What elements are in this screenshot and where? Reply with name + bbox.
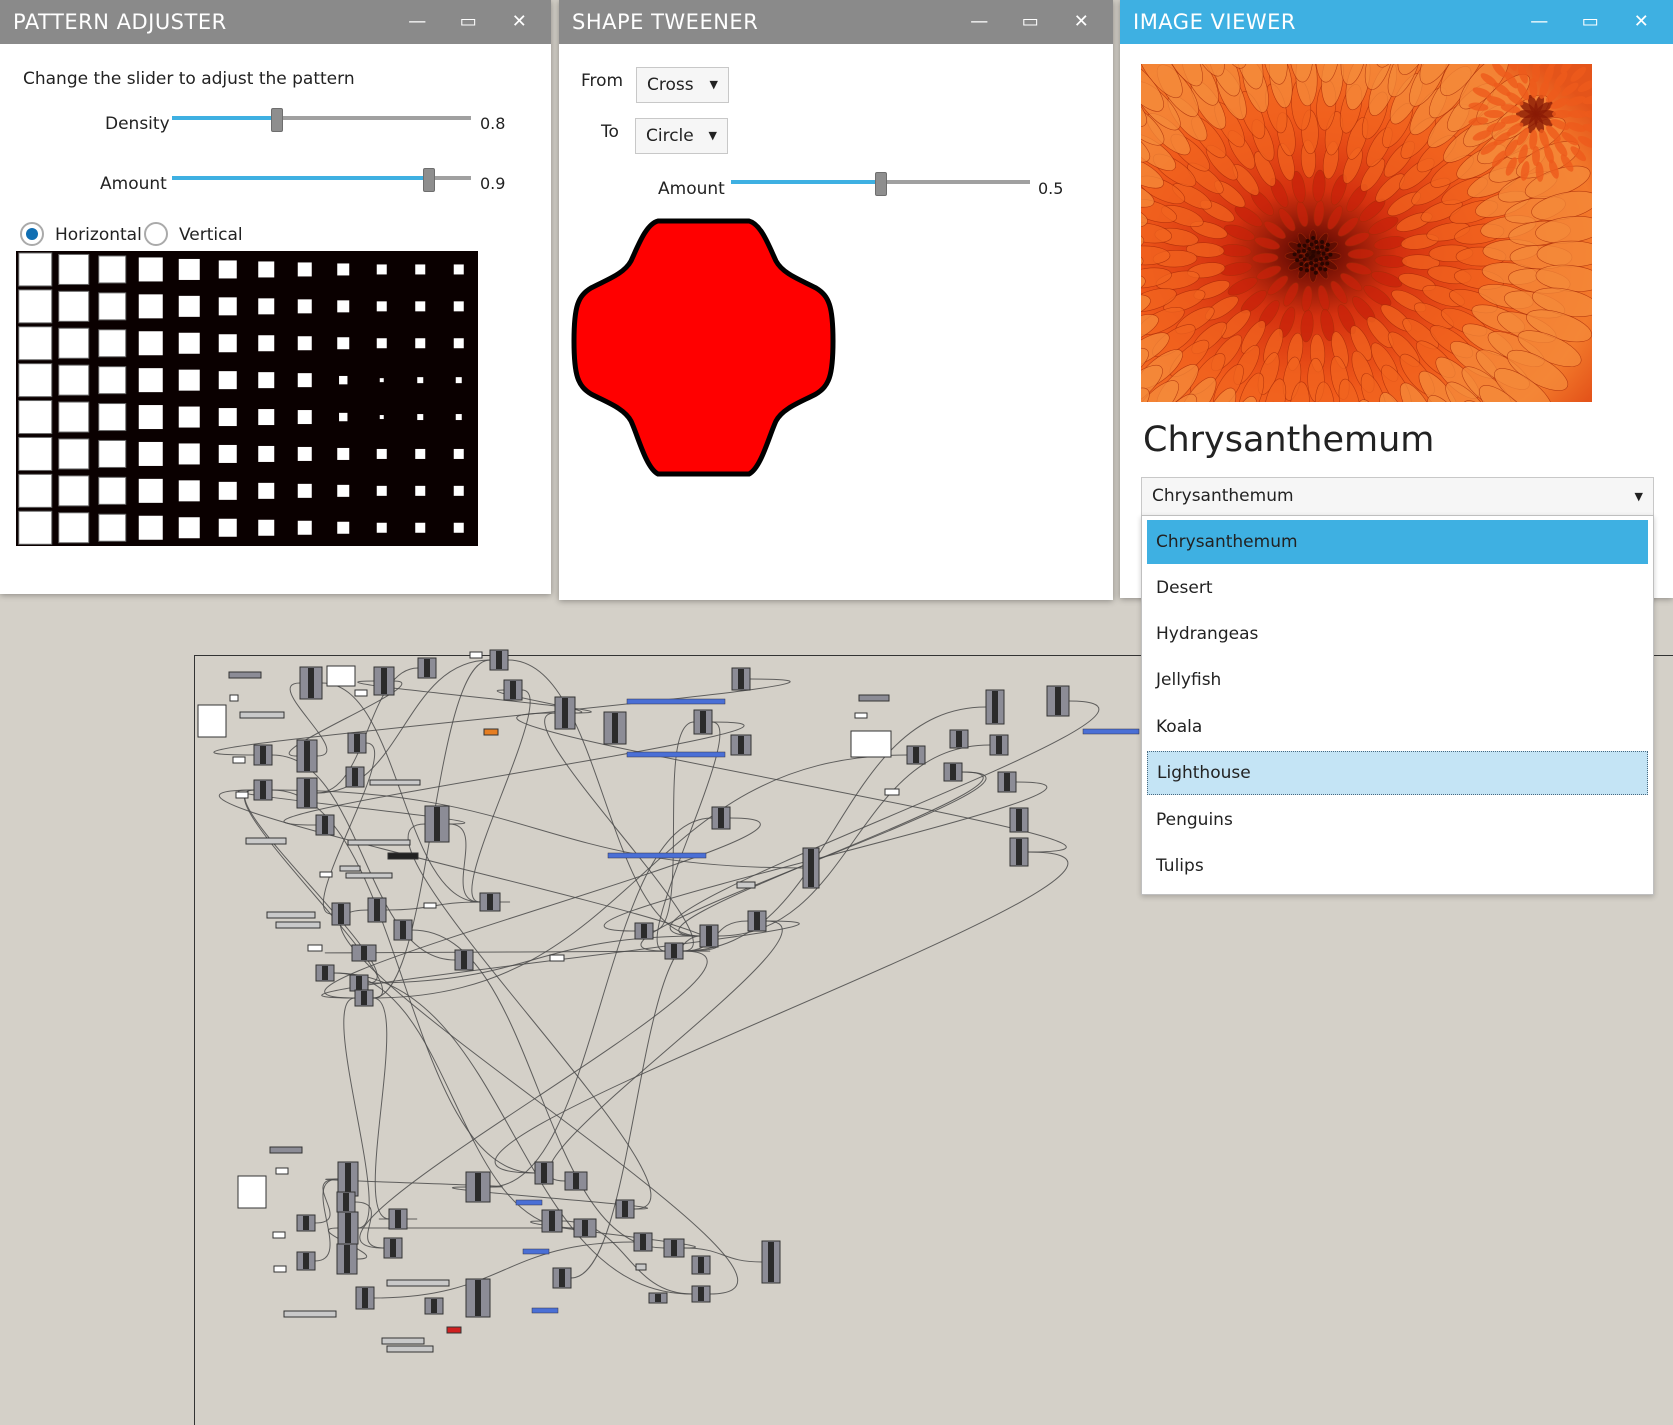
image-viewer-titlebar[interactable]: IMAGE VIEWER — ▭ ✕ xyxy=(1120,0,1673,44)
shape-tweener-titlebar[interactable]: SHAPE TWEENER — ▭ ✕ xyxy=(559,0,1113,44)
maximize-icon[interactable]: ▭ xyxy=(443,0,494,44)
density-value: 0.8 xyxy=(480,114,506,133)
from-label: From xyxy=(581,71,624,91)
pattern-preview xyxy=(16,251,478,546)
pattern-adjuster-window: PATTERN ADJUSTER — ▭ ✕ Change the slider… xyxy=(0,0,551,594)
chevron-down-icon: ▼ xyxy=(709,78,718,91)
shape-tweener-window: SHAPE TWEENER — ▭ ✕ From Cross ▼ To Circ… xyxy=(559,0,1113,600)
from-select-value: Cross xyxy=(647,75,694,95)
option-desert[interactable]: Desert xyxy=(1147,566,1648,610)
option-koala[interactable]: Koala xyxy=(1147,705,1648,749)
image-viewer-window: IMAGE VIEWER — ▭ ✕ Chrysanthemum Chrysan… xyxy=(1120,0,1673,598)
tweened-shape-path xyxy=(571,218,836,477)
minimize-icon[interactable]: — xyxy=(1514,0,1565,44)
maximize-icon[interactable]: ▭ xyxy=(1005,0,1056,44)
close-icon[interactable]: ✕ xyxy=(1616,0,1667,44)
chevron-down-icon: ▼ xyxy=(1634,490,1643,503)
amount-label: Amount xyxy=(100,174,167,194)
option-penguins[interactable]: Penguins xyxy=(1147,798,1648,842)
image-select[interactable]: Chrysanthemum ▼ xyxy=(1141,477,1654,516)
instruction-text: Change the slider to adjust the pattern xyxy=(23,69,355,89)
option-jellyfish[interactable]: Jellyfish xyxy=(1147,658,1648,702)
amount-label: Amount xyxy=(658,179,725,199)
image-select-dropdown: Chrysanthemum Desert Hydrangeas Jellyfis… xyxy=(1141,515,1654,895)
density-slider[interactable] xyxy=(172,108,471,132)
chevron-down-icon: ▼ xyxy=(708,129,717,142)
minimize-icon[interactable]: — xyxy=(392,0,443,44)
amount-value: 0.5 xyxy=(1038,179,1064,198)
from-select[interactable]: Cross ▼ xyxy=(636,67,729,103)
maximize-icon[interactable]: ▭ xyxy=(1565,0,1616,44)
amount-value: 0.9 xyxy=(480,174,506,193)
to-select-value: Circle xyxy=(646,126,694,146)
option-hydrangeas[interactable]: Hydrangeas xyxy=(1147,612,1648,656)
amount-slider[interactable] xyxy=(731,172,1030,196)
image-title: Chrysanthemum xyxy=(1143,420,1435,460)
minimize-icon[interactable]: — xyxy=(954,0,1005,44)
flower-image xyxy=(1141,64,1592,402)
vertical-radio[interactable] xyxy=(144,222,168,246)
horizontal-label: Horizontal xyxy=(55,225,142,245)
vertical-label: Vertical xyxy=(179,225,243,245)
density-label: Density xyxy=(105,114,170,134)
amount-slider[interactable] xyxy=(172,168,471,192)
close-icon[interactable]: ✕ xyxy=(494,0,545,44)
to-label: To xyxy=(601,122,619,142)
option-chrysanthemum[interactable]: Chrysanthemum xyxy=(1147,520,1648,564)
window-title: SHAPE TWEENER xyxy=(572,10,759,34)
window-title: PATTERN ADJUSTER xyxy=(13,10,227,34)
image-select-value: Chrysanthemum xyxy=(1152,486,1294,506)
option-tulips[interactable]: Tulips xyxy=(1147,844,1648,888)
window-title: IMAGE VIEWER xyxy=(1133,10,1296,34)
close-icon[interactable]: ✕ xyxy=(1056,0,1107,44)
option-lighthouse[interactable]: Lighthouse xyxy=(1147,751,1648,795)
horizontal-radio[interactable] xyxy=(20,222,44,246)
tweened-shape xyxy=(571,218,836,477)
to-select[interactable]: Circle ▼ xyxy=(635,118,728,154)
pattern-adjuster-titlebar[interactable]: PATTERN ADJUSTER — ▭ ✕ xyxy=(0,0,551,44)
